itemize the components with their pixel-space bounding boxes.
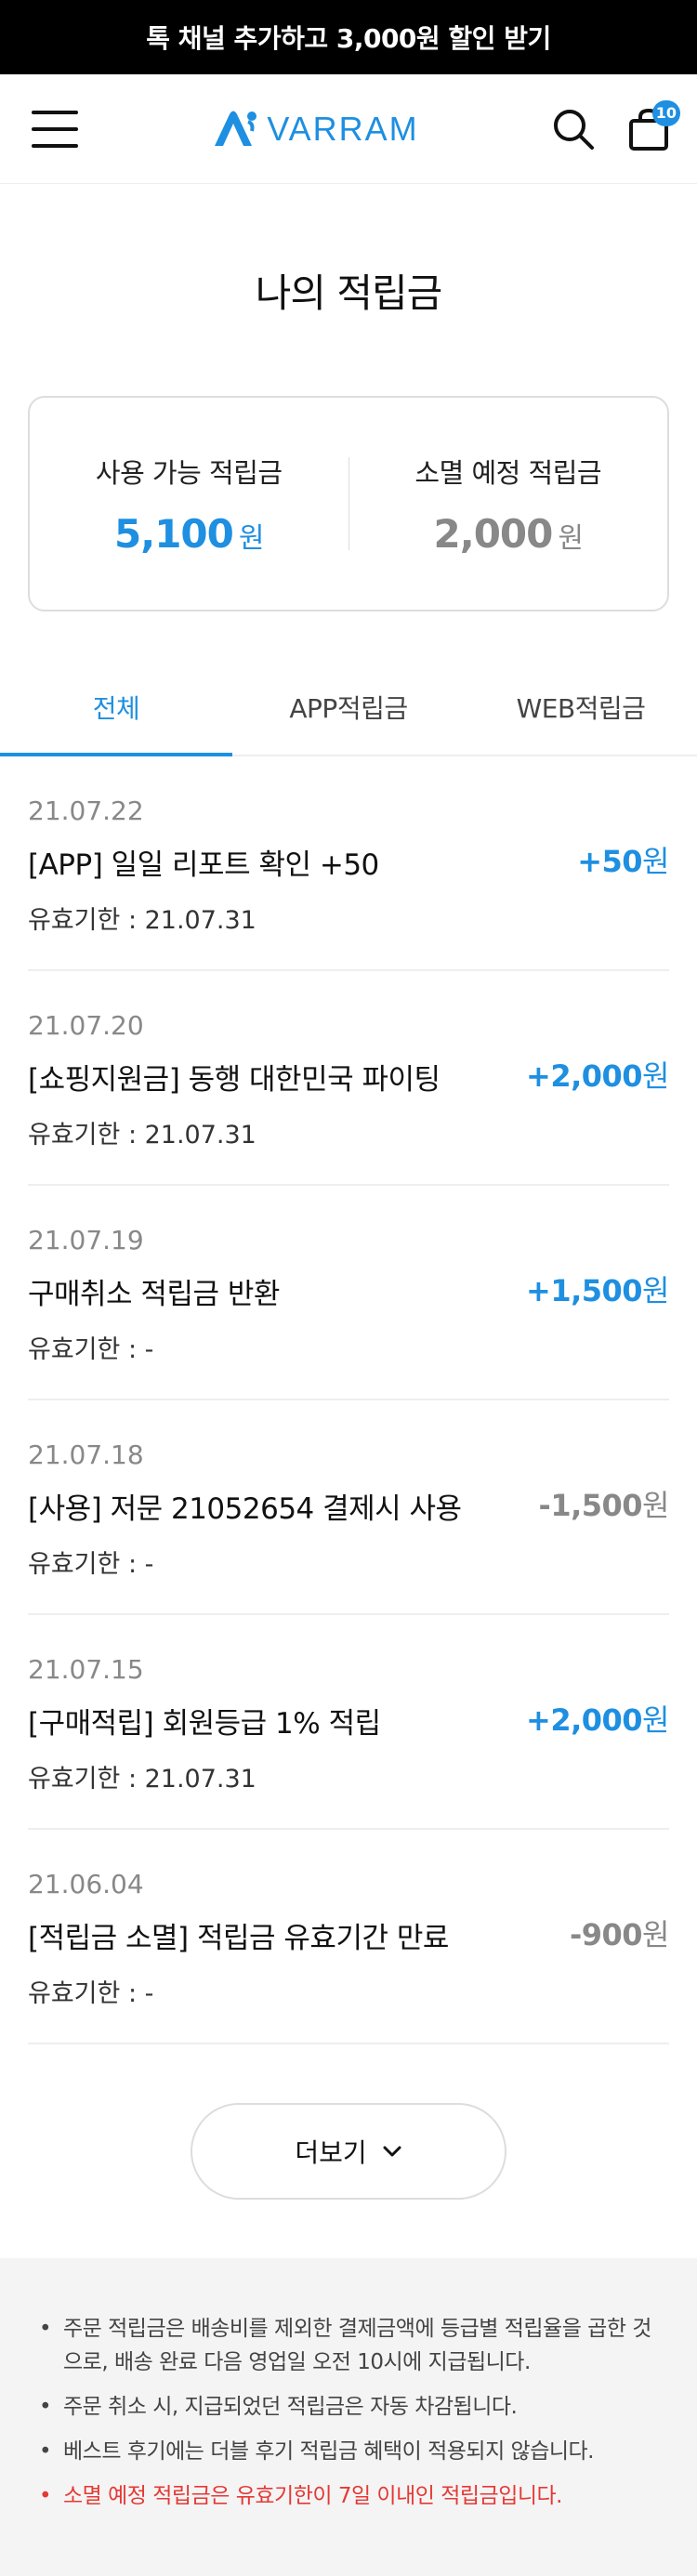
transaction-expiry: 유효기한 : - [28,1550,154,1579]
expiring-points: 소멸 예정 적립금 2,000 원 [349,452,668,557]
amount-unit: 원 [642,1702,669,1738]
notice-item-warning: 소멸 예정 적립금은 유효기한이 7일 이내인 적립금입니다. [39,2479,660,2513]
expiring-points-unit: 원 [558,521,584,555]
available-points-unit: 원 [238,521,265,555]
list-item: 21.07.18 [사용] 저문 21052654 결제시 사용 유효기한 : … [28,1400,669,1615]
hamburger-line [32,110,78,114]
transaction-amount: +1,500원 [526,1268,669,1310]
amount-value: -900 [569,1917,643,1952]
promo-text: 톡 채널 추가하고 3,000원 할인 받기 [146,23,551,54]
transaction-amount: +2,000원 [526,1697,669,1740]
amount-unit: 원 [642,1273,669,1308]
brand-logo[interactable]: VARRAM [211,109,418,150]
cart-count-badge: 10 [651,99,680,126]
more-wrap: 더보기 [0,2044,697,2258]
amount-value: -1,500 [538,1488,643,1523]
amount-unit: 원 [642,844,669,879]
tab-web-points[interactable]: WEB적립금 [465,660,697,755]
transaction-date: 21.07.18 [28,1439,144,1470]
available-points-amount: 5,100 [114,510,234,557]
transaction-title: [APP] 일일 리포트 확인 +50 [28,848,379,882]
list-item: 21.07.22 [APP] 일일 리포트 확인 +50 유효기한 : 21.0… [28,756,669,971]
notice-item: 베스트 후기에는 더블 후기 적립금 혜택이 적용되지 않습니다. [39,2435,660,2468]
list-item: 21.07.15 [구매적립] 회원등급 1% 적립 유효기한 : 21.07.… [28,1615,669,1830]
transaction-expiry: 유효기한 : 21.07.31 [28,1121,256,1150]
tab-all[interactable]: 전체 [0,660,232,756]
available-points: 사용 가능 적립금 5,100 원 [30,452,348,557]
transaction-expiry: 유효기한 : 21.07.31 [28,1765,256,1794]
page: 톡 채널 추가하고 3,000원 할인 받기 VARRAM 10 나의 적립금 … [0,0,697,2576]
hamburger-line [32,143,78,148]
promo-banner[interactable]: 톡 채널 추가하고 3,000원 할인 받기 [0,0,697,74]
transaction-date: 21.07.19 [28,1225,144,1255]
transaction-amount: -900원 [569,1912,670,1954]
amount-unit: 원 [642,1058,669,1094]
notice-item: 주문 취소 시, 지급되었던 적립금은 자동 차감됩니다. [39,2390,660,2424]
expiring-points-value: 2,000 원 [349,511,668,557]
logo-mark-icon [215,111,257,146]
hamburger-menu-button[interactable] [32,110,78,148]
transaction-amount: +50원 [577,838,669,881]
notice-item: 주문 적립금은 배송비를 제외한 결제금액에 등급별 적립율을 곱한 것으로, … [39,2312,660,2379]
available-points-value: 5,100 원 [30,511,348,557]
notice-list: 주문 적립금은 배송비를 제외한 결제금액에 등급별 적립율을 곱한 것으로, … [39,2312,660,2513]
list-item: 21.07.20 [쇼핑지원금] 동행 대한민국 파이팅 유효기한 : 21.0… [28,971,669,1186]
load-more-label: 더보기 [295,2137,367,2168]
load-more-button[interactable]: 더보기 [191,2103,506,2200]
logo-text: VARRAM [267,109,419,148]
amount-unit: 원 [642,1917,669,1952]
transaction-date: 21.07.22 [28,795,144,826]
transaction-amount: -1,500원 [538,1482,670,1525]
expiring-points-amount: 2,000 [433,510,554,557]
transaction-expiry: 유효기한 : - [28,1979,154,2008]
search-button[interactable] [552,108,595,151]
points-summary: 사용 가능 적립금 5,100 원 소멸 예정 적립금 2,000 원 [28,396,669,611]
amount-unit: 원 [642,1488,669,1523]
amount-value: +2,000 [526,1058,643,1094]
transaction-amount: +2,000원 [526,1053,669,1096]
cart-button[interactable]: 10 [628,99,680,151]
transaction-expiry: 유효기한 : 21.07.31 [28,906,256,935]
tab-app-points[interactable]: APP적립금 [232,660,465,755]
transaction-expiry: 유효기한 : - [28,1335,154,1364]
hamburger-line [32,126,78,131]
expiring-points-label: 소멸 예정 적립금 [414,456,602,489]
available-points-label: 사용 가능 적립금 [95,456,283,489]
transaction-date: 21.07.20 [28,1010,144,1041]
search-icon [553,109,594,150]
amount-value: +50 [577,844,643,879]
list-item: 21.07.19 구매취소 적립금 반환 유효기한 : - +1,500원 [28,1186,669,1400]
transaction-date: 21.06.04 [28,1869,144,1899]
header-actions: 10 [552,99,680,151]
chevron-down-icon [383,2146,401,2157]
page-title: 나의 적립금 [255,270,443,316]
transaction-date: 21.07.15 [28,1654,144,1685]
points-notice: 주문 적립금은 배송비를 제외한 결제금액에 등급별 적립율을 곱한 것으로, … [0,2258,697,2576]
points-tabs: 전체 APP적립금 WEB적립금 [0,660,697,756]
transaction-list: 21.07.22 [APP] 일일 리포트 확인 +50 유효기한 : 21.0… [28,756,669,2044]
amount-value: +1,500 [526,1273,643,1308]
amount-value: +2,000 [526,1702,643,1738]
header: VARRAM 10 [0,74,697,184]
list-item: 21.06.04 [적립금 소멸] 적립금 유효기간 만료 유효기한 : - -… [28,1830,669,2044]
